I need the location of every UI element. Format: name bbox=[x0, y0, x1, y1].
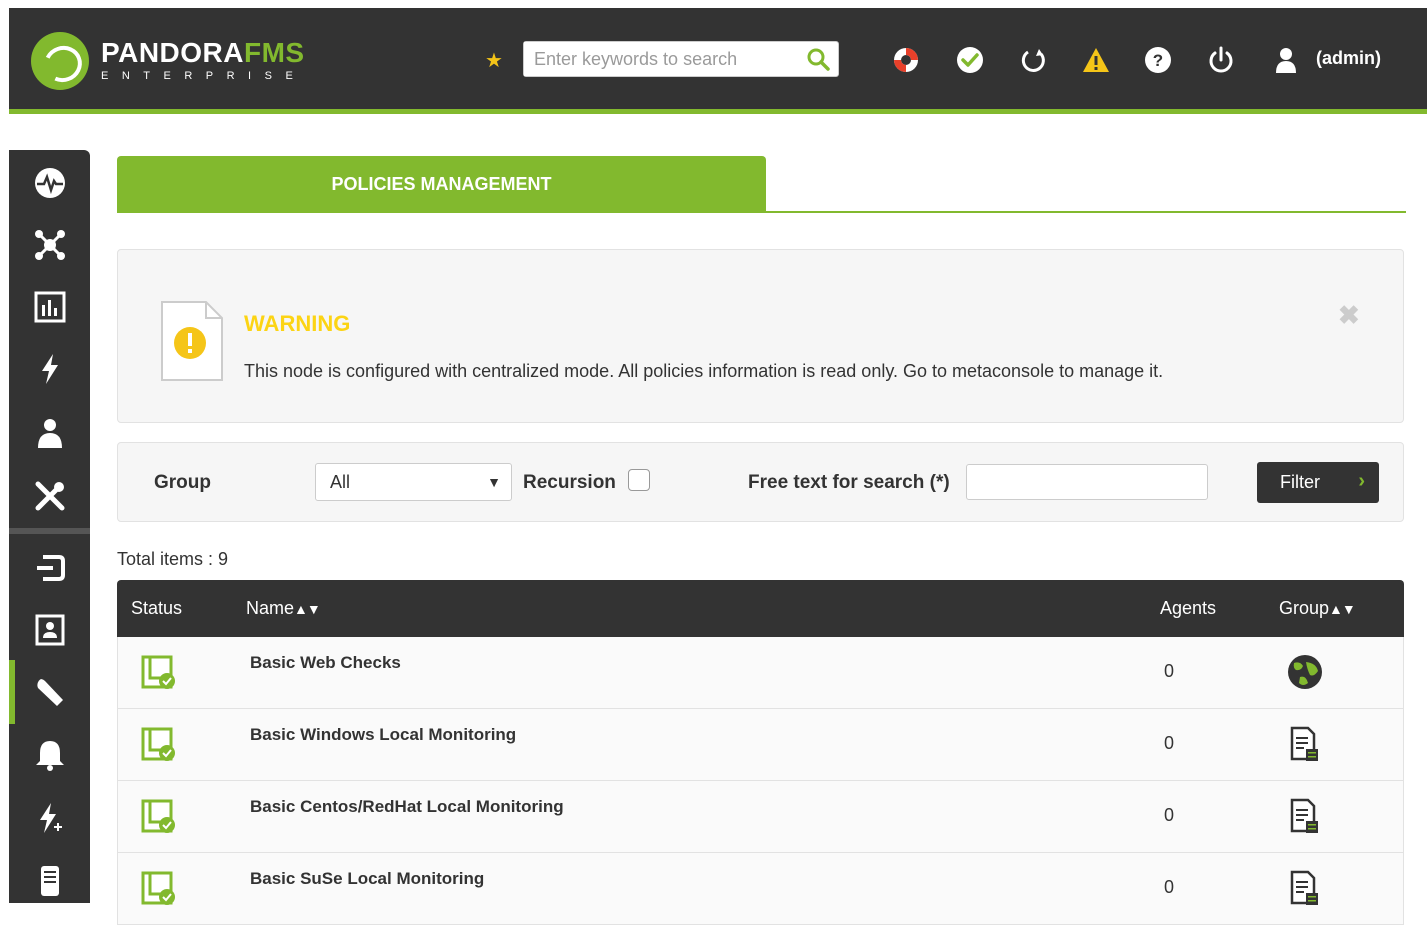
sidebar-item-events-plus[interactable] bbox=[9, 787, 90, 849]
search-box bbox=[523, 41, 839, 77]
logo-main-part2: FMS bbox=[243, 37, 305, 68]
policy-applied-icon bbox=[141, 727, 175, 761]
power-icon[interactable] bbox=[1206, 45, 1236, 75]
lifebuoy-icon[interactable] bbox=[891, 45, 921, 75]
sidebar-item-events[interactable] bbox=[9, 338, 90, 400]
sidebar-item-login[interactable] bbox=[9, 537, 90, 599]
filter-form: Group All ▼ Recursion Free text for sear… bbox=[117, 442, 1404, 522]
chevron-down-icon: ▼ bbox=[487, 474, 501, 490]
users-icon bbox=[37, 419, 62, 448]
sidebar-item-alerts[interactable] bbox=[9, 724, 90, 786]
group-select[interactable]: All ▼ bbox=[315, 463, 512, 501]
events-plus-icon bbox=[39, 803, 62, 833]
policy-agents: 0 bbox=[1164, 877, 1175, 897]
search-input[interactable] bbox=[524, 42, 794, 76]
recursion-checkbox[interactable] bbox=[628, 469, 650, 491]
sidebar-item-users[interactable] bbox=[9, 402, 90, 464]
policies-table: Status Name▲▼ Agents Group▲▼ Basic Web C… bbox=[117, 580, 1404, 925]
login-icon bbox=[36, 555, 65, 581]
sidebar-item-topology[interactable] bbox=[9, 214, 90, 276]
tab-bar: POLICIES MANAGEMENT bbox=[117, 156, 1406, 213]
agent-icon bbox=[35, 614, 64, 646]
globe-icon bbox=[1288, 655, 1322, 689]
warning-document-icon bbox=[161, 301, 223, 381]
check-icon[interactable] bbox=[955, 45, 985, 75]
server-group-icon bbox=[1290, 726, 1318, 761]
warning-icon[interactable] bbox=[1081, 45, 1111, 75]
policy-agents: 0 bbox=[1164, 805, 1175, 825]
policy-applied-icon bbox=[141, 871, 175, 905]
events-icon bbox=[41, 354, 58, 384]
sidebar-item-reporting[interactable] bbox=[9, 276, 90, 338]
column-status: Status bbox=[131, 598, 183, 618]
group-select-value: All bbox=[330, 472, 351, 492]
sidebar-item-tools[interactable] bbox=[9, 465, 90, 527]
refresh-icon[interactable] bbox=[1019, 45, 1049, 75]
total-items: Total items : 9 bbox=[117, 549, 229, 569]
topology-icon bbox=[34, 230, 65, 260]
sidebar-separator bbox=[9, 528, 90, 534]
warning-message: WARNING This node is configured with cen… bbox=[117, 249, 1404, 423]
logo-mark bbox=[31, 32, 89, 90]
policy-agents: 0 bbox=[1164, 733, 1175, 753]
column-agents: Agents bbox=[1160, 598, 1217, 618]
sidebar-item-configuration[interactable] bbox=[9, 661, 90, 723]
logo-subtitle: ENTERPRISE bbox=[101, 70, 307, 82]
monitoring-icon bbox=[34, 168, 65, 198]
column-group-label: Group bbox=[1279, 598, 1330, 618]
filter-button-label: Filter bbox=[1280, 472, 1320, 492]
sidebar bbox=[9, 150, 90, 903]
table-row[interactable]: Basic Web Checks 0 bbox=[117, 637, 1404, 709]
sidebar-item-agent[interactable] bbox=[9, 599, 90, 661]
filter-button[interactable]: Filter › bbox=[1257, 462, 1379, 503]
search-icon[interactable] bbox=[806, 47, 830, 71]
server-group-icon bbox=[1290, 798, 1318, 833]
logo-text: PANDORAFMS ENTERPRISE bbox=[101, 37, 307, 83]
column-name[interactable]: Name▲▼ bbox=[246, 598, 321, 619]
table-row[interactable]: Basic Centos/RedHat Local Monitoring 0 bbox=[117, 781, 1404, 853]
warning-title: WARNING bbox=[244, 311, 351, 336]
logo-main-part1: PANDORA bbox=[101, 37, 244, 68]
wrench-icon bbox=[36, 679, 63, 706]
table-row[interactable]: Basic SuSe Local Monitoring 0 bbox=[117, 853, 1404, 925]
policy-agents: 0 bbox=[1164, 661, 1175, 681]
policy-name[interactable]: Basic SuSe Local Monitoring bbox=[250, 869, 484, 889]
server-group-icon bbox=[1290, 870, 1318, 905]
table-row[interactable]: Basic Windows Local Monitoring 0 bbox=[117, 709, 1404, 781]
server-icon bbox=[40, 866, 59, 896]
chevron-right-icon: › bbox=[1358, 470, 1365, 492]
close-icon[interactable]: ✖ bbox=[1338, 300, 1360, 331]
table-header: Status Name▲▼ Agents Group▲▼ bbox=[117, 580, 1404, 637]
column-group[interactable]: Group▲▼ bbox=[1279, 598, 1356, 619]
policy-name[interactable]: Basic Web Checks bbox=[250, 653, 401, 673]
group-label: Group bbox=[154, 472, 211, 493]
column-name-label: Name bbox=[246, 598, 295, 618]
tools-icon bbox=[35, 481, 64, 511]
warning-text: This node is configured with centralized… bbox=[244, 361, 1164, 381]
policy-applied-icon bbox=[141, 655, 175, 689]
top-header: PANDORAFMS ENTERPRISE ★ ? bbox=[9, 8, 1427, 114]
favorite-star-icon[interactable]: ★ bbox=[485, 48, 503, 73]
policy-applied-icon bbox=[141, 799, 175, 833]
policy-name[interactable]: Basic Centos/RedHat Local Monitoring bbox=[250, 797, 564, 817]
user-name[interactable]: (admin) bbox=[1316, 48, 1381, 69]
page-title: POLICIES MANAGEMENT bbox=[117, 156, 766, 212]
free-text-label: Free text for search (*) bbox=[748, 472, 950, 493]
recursion-label: Recursion bbox=[523, 472, 616, 493]
svg-text:?: ? bbox=[1153, 51, 1163, 70]
alerts-icon bbox=[35, 741, 64, 771]
sidebar-item-monitoring[interactable] bbox=[9, 152, 90, 214]
reporting-icon bbox=[34, 291, 65, 323]
free-text-input[interactable] bbox=[966, 464, 1208, 500]
user-icon[interactable] bbox=[1271, 45, 1301, 75]
pandora-logo[interactable]: PANDORAFMS ENTERPRISE bbox=[31, 32, 306, 90]
sort-icon[interactable]: ▲▼ bbox=[1329, 601, 1356, 617]
policy-name[interactable]: Basic Windows Local Monitoring bbox=[250, 725, 516, 745]
help-icon[interactable]: ? bbox=[1143, 45, 1173, 75]
sort-icon[interactable]: ▲▼ bbox=[294, 601, 321, 617]
